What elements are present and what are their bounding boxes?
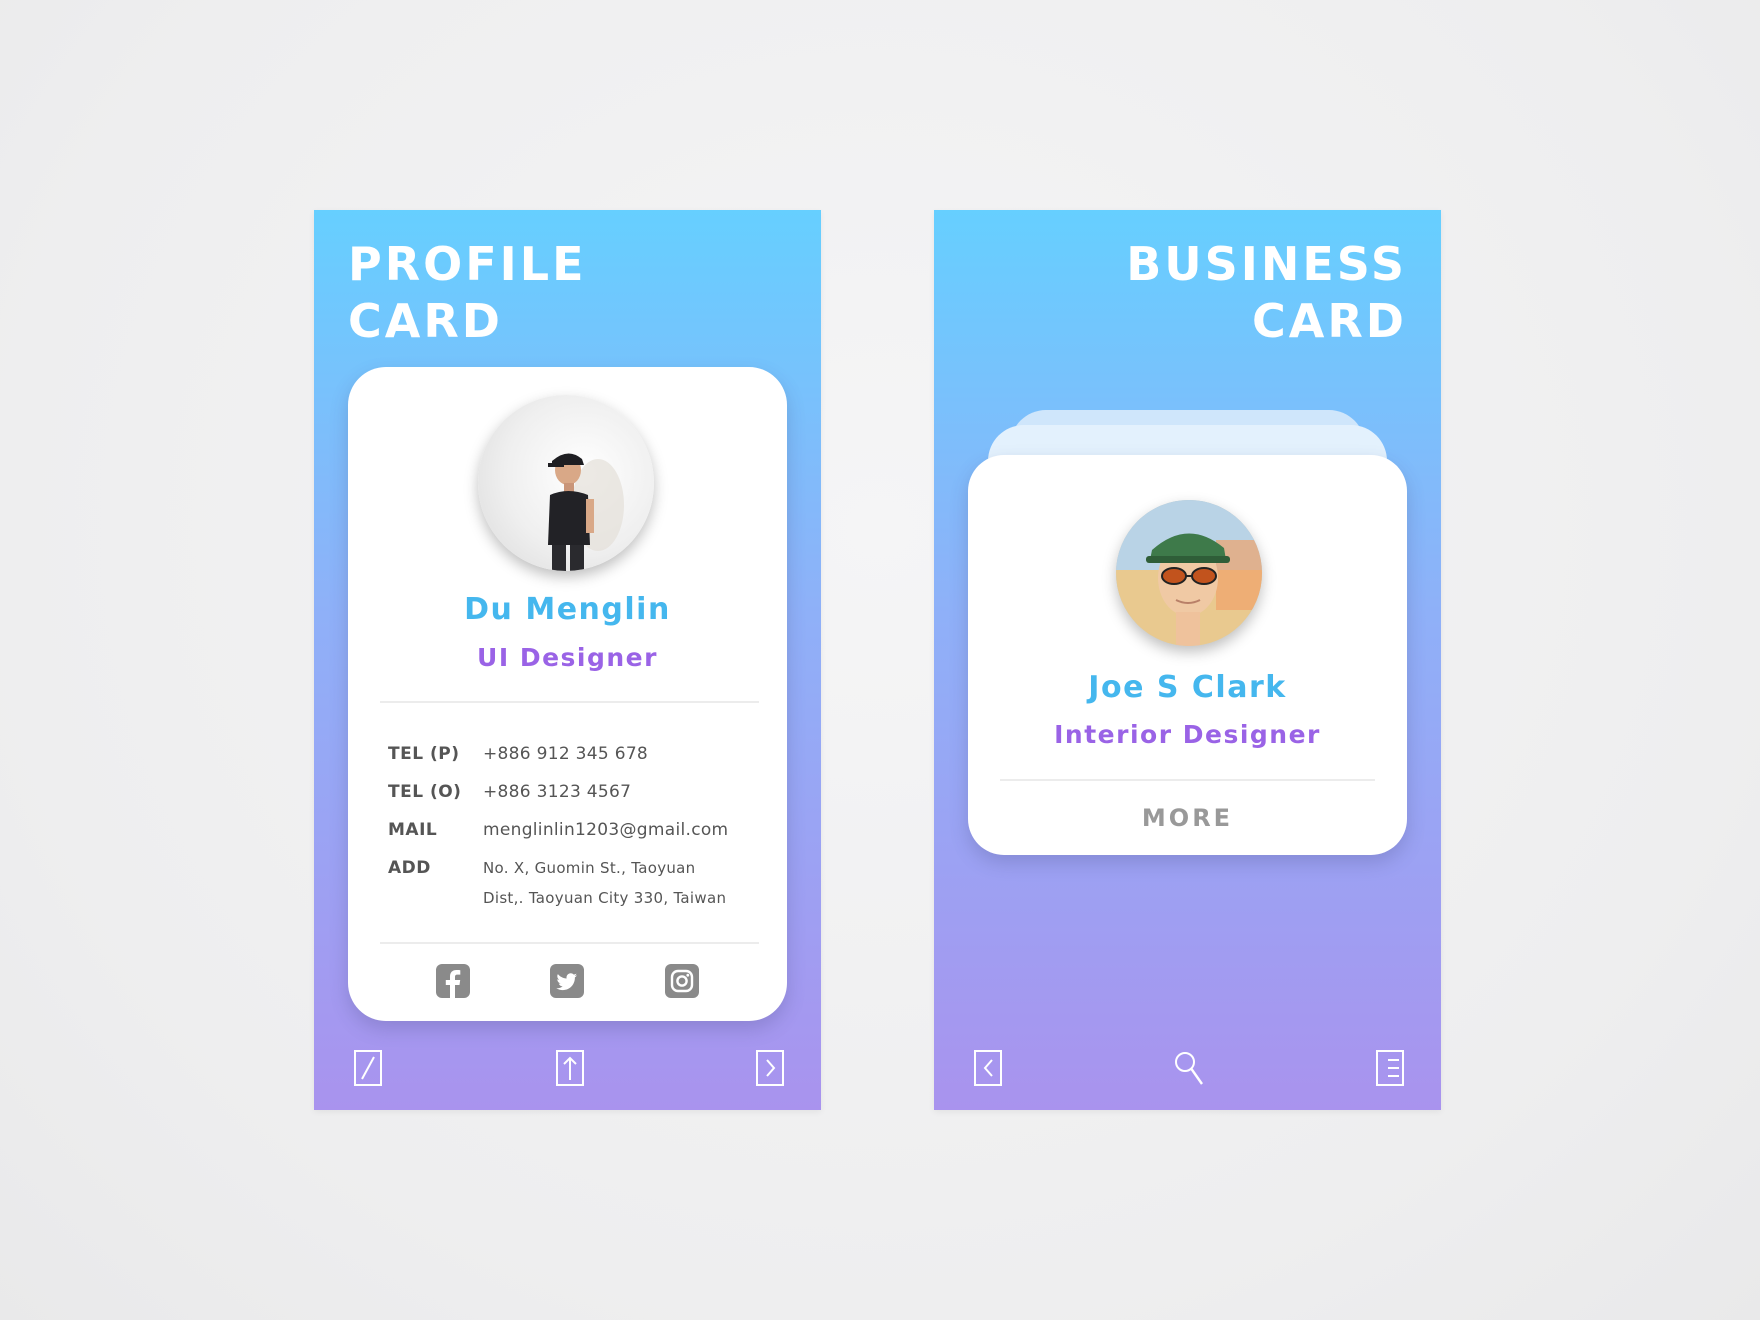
business-card-panel: BUSINESS CARD Joe S Clark Interior Desig… <box>934 210 1441 1110</box>
profile-name: Du Menglin <box>464 592 671 627</box>
title-line-1: BUSINESS <box>1126 237 1407 291</box>
info-label: TEL (O) <box>388 782 462 802</box>
twitter-icon[interactable] <box>550 964 584 998</box>
business-card[interactable]: Joe S Clark Interior Designer MORE <box>968 455 1407 855</box>
address-value: No. X, Guomin St., Taoyuan Dist,. Taoyua… <box>483 853 768 913</box>
facebook-icon[interactable] <box>436 964 470 998</box>
title-line-2: CARD <box>348 294 503 348</box>
info-row-address: ADD No. X, Guomin St., Taoyuan Dist,. Ta… <box>388 856 768 913</box>
search-icon[interactable] <box>1172 1048 1206 1088</box>
divider <box>1000 779 1375 781</box>
avatar <box>1116 500 1262 646</box>
info-label: TEL (P) <box>388 744 460 764</box>
back-icon[interactable] <box>972 1048 1006 1088</box>
title-line-1: PROFILE <box>348 237 587 291</box>
avatar-photo <box>1116 500 1262 646</box>
profile-role: UI Designer <box>477 643 658 672</box>
business-panel-title: BUSINESS CARD <box>1126 236 1407 350</box>
address-line-2: Dist,. Taoyuan City 330, Taiwan <box>483 889 727 907</box>
social-links <box>348 964 787 1004</box>
edit-icon[interactable] <box>352 1048 386 1088</box>
contact-info-table: TEL (P) +886 912 345 678 TEL (O) +886 31… <box>388 742 768 927</box>
title-line-2: CARD <box>1252 294 1407 348</box>
business-role: Interior Designer <box>1054 720 1321 749</box>
info-label: ADD <box>388 858 431 878</box>
info-row-tel-p: TEL (P) +886 912 345 678 <box>388 742 768 766</box>
info-label: MAIL <box>388 820 438 840</box>
avatar <box>478 395 654 571</box>
email-link[interactable]: menglinlin1203@gmail.com <box>483 818 768 842</box>
info-value: +886 912 345 678 <box>483 744 649 764</box>
share-icon[interactable] <box>554 1048 588 1088</box>
avatar-photo <box>548 453 624 571</box>
next-icon[interactable] <box>754 1048 788 1088</box>
list-icon[interactable] <box>1374 1048 1408 1088</box>
profile-panel-title: PROFILE CARD <box>348 236 587 350</box>
divider <box>380 942 759 944</box>
address-line-1: No. X, Guomin St., Taoyuan <box>483 859 696 877</box>
divider <box>380 701 759 703</box>
info-row-tel-o: TEL (O) +886 3123 4567 <box>388 780 768 804</box>
info-value: +886 3123 4567 <box>483 782 632 802</box>
info-row-mail: MAIL menglinlin1203@gmail.com <box>388 818 768 842</box>
profile-card: Du Menglin UI Designer TEL (P) +886 912 … <box>348 367 787 1021</box>
profile-card-panel: PROFILE CARD Du Menglin UI Designer TEL … <box>314 210 821 1110</box>
instagram-icon[interactable] <box>665 964 699 998</box>
more-button[interactable]: MORE <box>968 795 1407 841</box>
business-name: Joe S Clark <box>1088 670 1287 705</box>
